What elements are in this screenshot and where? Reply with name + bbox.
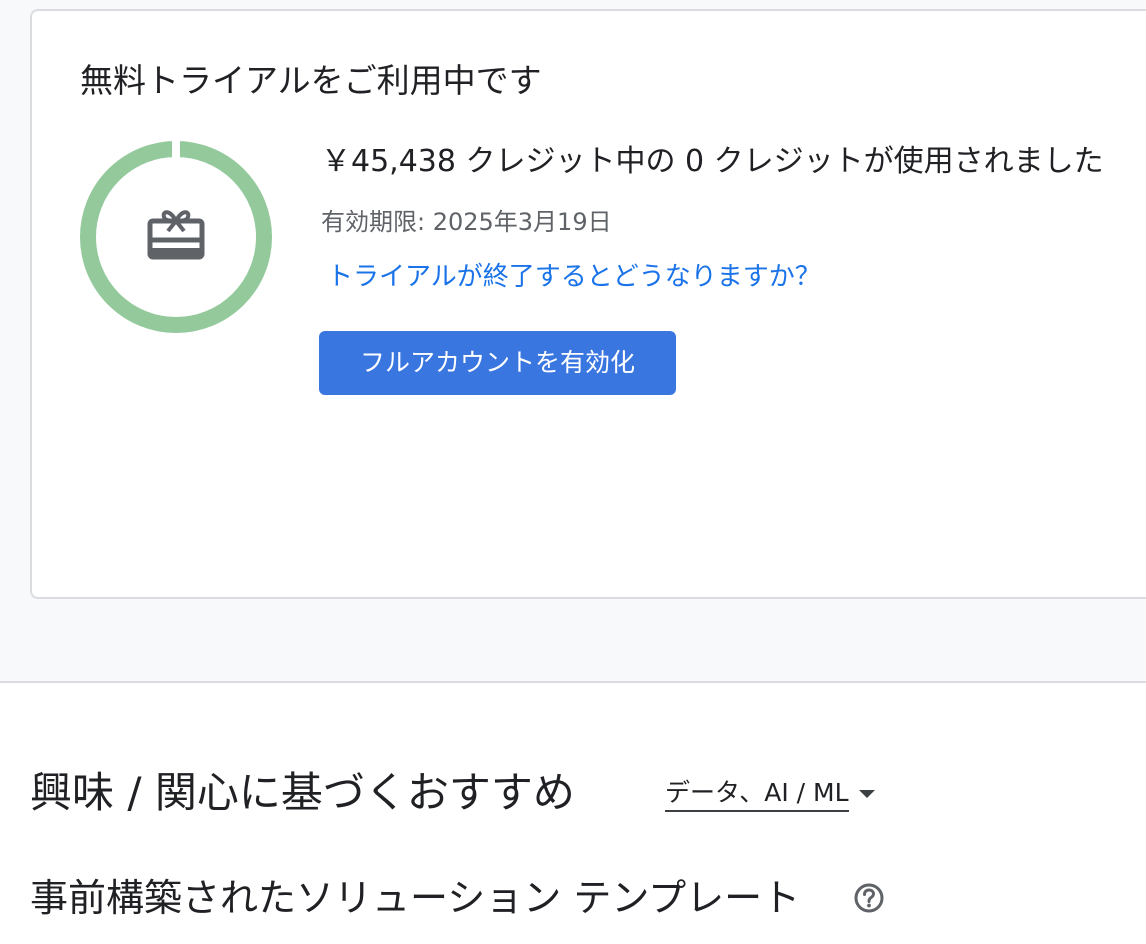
trial-end-info-link[interactable]: トライアルが終了するとどうなりますか？ bbox=[327, 259, 821, 295]
recommendations-heading: 興味 / 関心に基づくおすすめ bbox=[30, 768, 575, 817]
interest-dropdown-value: データ、AI / ML bbox=[665, 776, 849, 812]
activate-full-account-button[interactable]: フルアカウントを有効化 bbox=[319, 331, 676, 395]
gift-card-icon bbox=[147, 210, 205, 260]
trial-title: 無料トライアルをご利用中です bbox=[80, 61, 542, 100]
recommendations-section: 興味 / 関心に基づくおすすめ データ、AI / ML 事前構築されたソリューシ… bbox=[0, 683, 1146, 944]
caret-down-icon bbox=[858, 790, 875, 798]
credits-usage-text: ￥45,438 クレジット中の 0 クレジットが使用されました bbox=[321, 144, 1104, 179]
expiry-date-text: 有効期限: 2025年3月19日 bbox=[321, 208, 612, 236]
credit-ring-gap bbox=[172, 139, 180, 159]
credit-usage-ring bbox=[78, 139, 274, 335]
trial-card: 無料トライアルをご利用中です ￥45,438 クレジット中の 0 クレジットが使… bbox=[30, 9, 1146, 599]
solution-templates-heading: 事前構築されたソリューション テンプレート bbox=[30, 876, 801, 920]
interest-dropdown[interactable]: データ、AI / ML bbox=[665, 776, 875, 814]
help-circle-icon[interactable] bbox=[853, 882, 885, 914]
